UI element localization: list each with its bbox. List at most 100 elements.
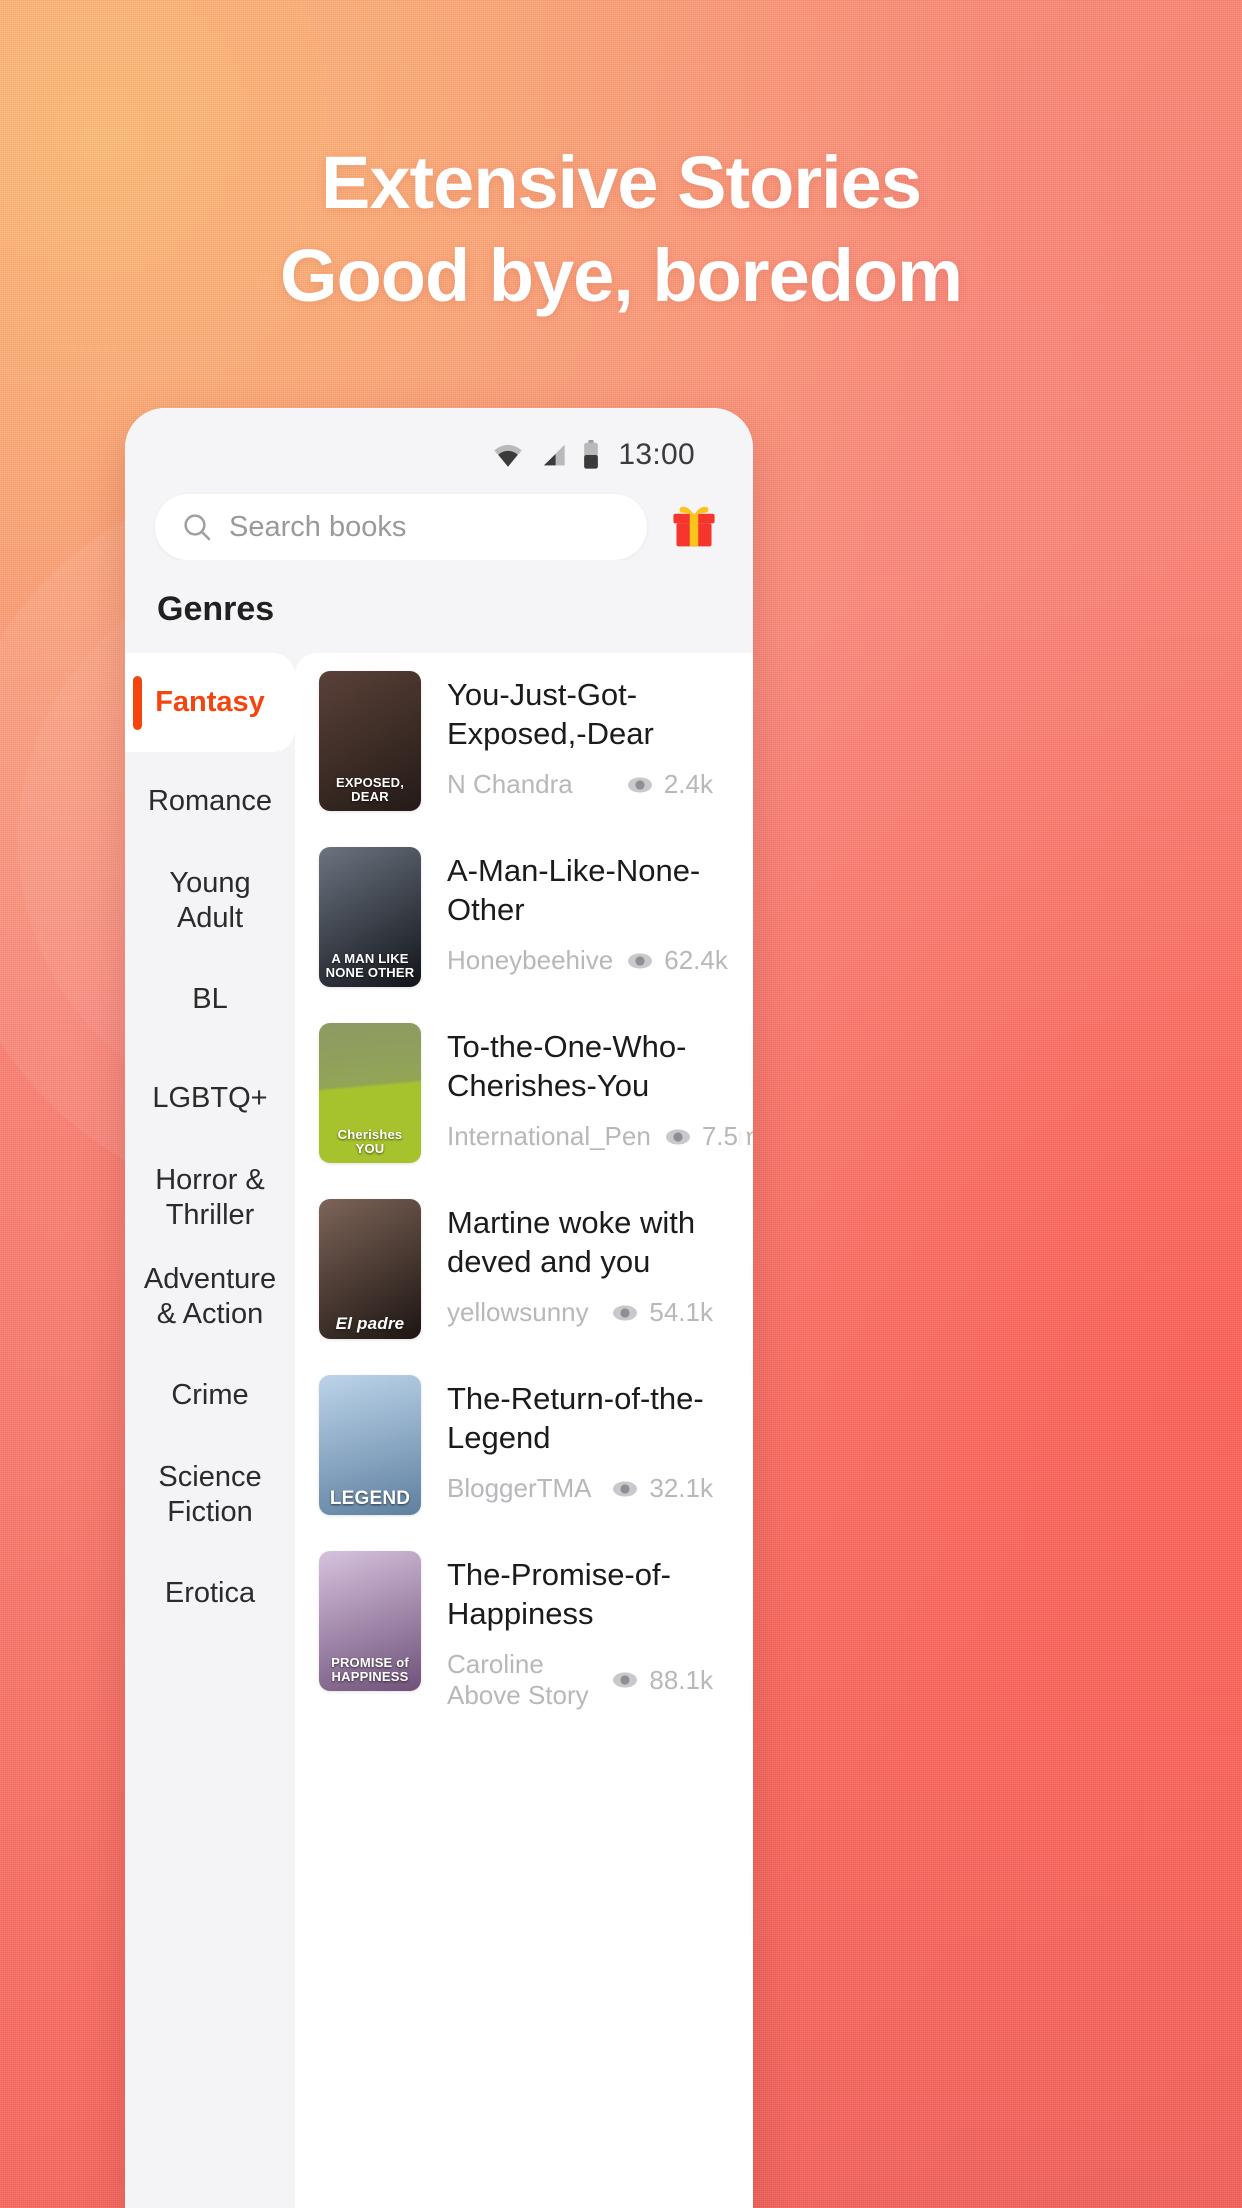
book-subrow: Caroline Above Story 88.1k	[447, 1649, 713, 1711]
book-cover: A MAN LIKE NONE OTHER	[319, 847, 421, 987]
book-author: BloggerTMA	[447, 1473, 592, 1504]
book-cover: EXPOSED, DEAR	[319, 671, 421, 811]
eye-icon	[628, 952, 653, 969]
book-author: Honeybeehive	[447, 945, 614, 976]
cellular-signal-icon	[544, 444, 566, 466]
search-input[interactable]: Search books	[155, 494, 647, 560]
headline-line-2: Good bye, boredom	[280, 234, 963, 318]
list-item[interactable]: El padre Martine woke with deved and you…	[295, 1181, 753, 1357]
list-item[interactable]: LEGEND The-Return-of-the-Legend BloggerT…	[295, 1357, 753, 1533]
book-meta: Martine woke with deved and you yellowsu…	[447, 1199, 713, 1328]
list-item[interactable]: Cherishes YOU To-the-One-Who-Cherishes-Y…	[295, 1005, 753, 1181]
book-cover-caption: El padre	[335, 1313, 405, 1333]
gift-button[interactable]	[665, 498, 723, 556]
book-cover-caption: A MAN LIKE NONE OTHER	[325, 950, 415, 981]
status-bar-clock: 13:00	[618, 438, 695, 471]
book-cover-caption: Cherishes YOU	[337, 1126, 403, 1157]
list-scrollbar[interactable]	[740, 737, 747, 867]
search-row: Search books	[125, 484, 753, 560]
sidebar-item-label: Erotica	[164, 1577, 256, 1610]
eye-icon	[613, 1304, 638, 1321]
headline-line-1: Extensive Stories	[321, 141, 922, 224]
book-cover: PROMISE of HAPPINESS	[319, 1551, 421, 1691]
phone-mockup: 13:00 Search books Genres Fantasy Romanc…	[125, 408, 753, 2208]
book-title: The-Return-of-the-Legend	[447, 1381, 704, 1456]
book-meta: The-Return-of-the-Legend BloggerTMA 32.1…	[447, 1375, 713, 1504]
content-body: Fantasy Romance Young Adult BL LGBTQ+ Ho…	[125, 653, 753, 2208]
sidebar-item-label: Fantasy	[155, 686, 265, 719]
sidebar-item-label: Horror & Thriller	[155, 1164, 265, 1231]
book-views: 88.1k	[612, 1665, 713, 1696]
book-subrow: yellowsunny 54.1k	[447, 1297, 713, 1328]
list-item[interactable]: EXPOSED, DEAR You-Just-Got-Exposed,-Dear…	[295, 653, 753, 829]
search-placeholder: Search books	[229, 510, 407, 543]
sidebar-item-bl[interactable]: BL	[125, 950, 295, 1049]
book-views: 32.1k	[612, 1473, 713, 1504]
sidebar-item-adventure-action[interactable]: Adventure & Action	[125, 1247, 295, 1346]
search-icon	[184, 514, 211, 541]
eye-icon	[613, 1480, 638, 1497]
sidebar-item-science-fiction[interactable]: Science Fiction	[125, 1445, 295, 1544]
book-views-count: 54.1k	[649, 1297, 713, 1328]
app-screen: 13:00 Search books Genres Fantasy Romanc…	[125, 408, 753, 2208]
eye-icon	[627, 776, 652, 793]
sidebar-item-young-adult[interactable]: Young Adult	[125, 851, 295, 950]
sidebar-item-label: LGBTQ+	[152, 1082, 268, 1115]
sidebar-item-romance[interactable]: Romance	[125, 752, 295, 851]
book-meta: You-Just-Got-Exposed,-Dear N Chandra 2.4…	[447, 671, 713, 800]
book-author: N Chandra	[447, 769, 573, 800]
book-meta: A-Man-Like-None-Other Honeybeehive 62.4k	[447, 847, 728, 976]
book-title: The-Promise-of-Happiness	[447, 1557, 671, 1632]
book-meta: The-Promise-of-Happiness Caroline Above …	[447, 1551, 713, 1711]
list-item[interactable]: PROMISE of HAPPINESS The-Promise-of-Happ…	[295, 1533, 753, 1729]
book-subrow: N Chandra 2.4k	[447, 769, 713, 800]
book-title: Martine woke with deved and you	[447, 1205, 696, 1280]
wifi-icon	[494, 444, 523, 467]
sidebar-item-fantasy[interactable]: Fantasy	[125, 653, 295, 752]
book-list[interactable]: EXPOSED, DEAR You-Just-Got-Exposed,-Dear…	[295, 653, 753, 2208]
book-views: 2.4k	[627, 769, 713, 800]
sidebar-item-label: Science Fiction	[158, 1461, 262, 1528]
page-title: Genres	[125, 560, 753, 653]
book-title: You-Just-Got-Exposed,-Dear	[447, 677, 654, 752]
book-subrow: International_Pen 7.5m	[447, 1121, 753, 1152]
book-title: A-Man-Like-None-Other	[447, 853, 701, 928]
sidebar-item-label: Romance	[147, 785, 273, 818]
gift-icon	[673, 506, 715, 547]
book-cover: LEGEND	[319, 1375, 421, 1515]
status-bar: 13:00	[125, 408, 753, 484]
sidebar-item-label: BL	[192, 983, 228, 1016]
book-views: 54.1k	[612, 1297, 713, 1328]
book-cover: El padre	[319, 1199, 421, 1339]
list-item[interactable]: A MAN LIKE NONE OTHER A-Man-Like-None-Ot…	[295, 829, 753, 1005]
sidebar-item-horror-thriller[interactable]: Horror & Thriller	[125, 1148, 295, 1247]
eye-icon	[613, 1672, 638, 1688]
book-cover-caption: EXPOSED, DEAR	[335, 774, 405, 805]
book-views-count: 32.1k	[649, 1473, 713, 1504]
genre-sidebar[interactable]: Fantasy Romance Young Adult BL LGBTQ+ Ho…	[125, 653, 295, 2208]
sidebar-item-label: Adventure & Action	[143, 1263, 277, 1330]
promo-headline: Extensive Stories Good bye, boredom	[0, 140, 1242, 318]
book-views-count: 62.4k	[664, 945, 728, 976]
sidebar-item-erotica[interactable]: Erotica	[125, 1544, 295, 1643]
book-views-count: 88.1k	[649, 1664, 713, 1695]
book-cover: Cherishes YOU	[319, 1023, 421, 1163]
book-cover-caption: PROMISE of HAPPINESS	[331, 1654, 409, 1685]
sidebar-item-lgbtq[interactable]: LGBTQ+	[125, 1049, 295, 1148]
book-author: Caroline Above Story	[447, 1649, 589, 1711]
sidebar-item-label: Crime	[171, 1379, 249, 1412]
book-author: International_Pen	[447, 1121, 651, 1152]
list-scrollbar[interactable]	[740, 1053, 747, 1183]
book-subrow: BloggerTMA 32.1k	[447, 1473, 713, 1504]
book-title: To-the-One-Who-Cherishes-You	[447, 1029, 687, 1104]
sidebar-item-label: Young Adult	[169, 867, 251, 934]
book-views-count: 2.4k	[663, 769, 713, 800]
book-meta: To-the-One-Who-Cherishes-You Internation…	[447, 1023, 753, 1152]
battery-icon	[584, 440, 599, 469]
eye-icon	[665, 1128, 690, 1145]
book-views: 62.4k	[627, 945, 728, 976]
book-author: yellowsunny	[447, 1297, 589, 1328]
book-subrow: Honeybeehive 62.4k	[447, 945, 728, 976]
sidebar-item-crime[interactable]: Crime	[125, 1346, 295, 1445]
book-cover-caption: LEGEND	[329, 1487, 411, 1509]
